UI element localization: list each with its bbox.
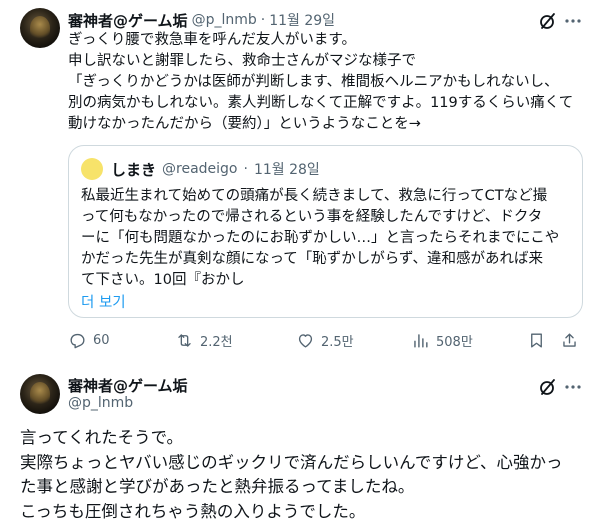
quote-text-line: かだった先生が真剣な顔になって「恥ずかしがらず、違和感があれば来 [81,251,543,267]
quote-text-line: って何もなかったので帰されるという事を経験したんですけど、ドクタ [81,209,543,225]
quote-avatar[interactable] [81,158,103,180]
bookmark-button[interactable] [527,328,546,352]
repost-button[interactable]: 2.2천 [175,328,233,352]
views-count: 508만 [436,334,473,350]
bookmark-icon [531,332,542,348]
avatar[interactable] [20,8,60,48]
tweet-text-line: 「ぎっくりかどうかは医師が判断します、椎間板ヘルニアかもしれないし、 [68,74,559,90]
reply-count: 60 [93,332,110,348]
views-icon [414,333,428,348]
tweet-main[interactable]: 審神者@ゲーム垢 @p_lnmb · 11월 29일 ぎっくり腰で救急車を呼んだ… [0,0,592,364]
display-name[interactable]: 審神者@ゲーム垢 [68,10,188,31]
quote-handle[interactable]: @readeigo [162,161,237,177]
user-handle[interactable]: @p_lnmb [68,395,133,411]
quote-header: しまき @readeigo · 11월 28일 [111,157,320,181]
more-icon[interactable] [562,376,584,398]
display-name[interactable]: 審神者@ゲーム垢 [68,375,188,396]
separator-dot: · [243,161,248,177]
tweet-text-line: ぎっくり腰で救急車を呼んだ友人がいます。 [68,32,356,48]
like-count: 2.5만 [321,334,354,350]
tweet-text-line: 実際ちょっとヤバい感じのギックリで済んだらしいんですけど、心強かっ [20,452,563,472]
action-bar: 60 2.2천 2.5만 508만 [62,328,582,352]
tweet-text-line: 申し訳ないと謝罪したら、救命士さんがマジな様子で [68,53,416,69]
tweet-text-line: こっちも圧倒されちゃう熱の入りようでした。 [20,501,366,521]
grok-icon[interactable] [537,376,559,398]
tweet-text-line: 言ってくれたそうで。 [20,428,184,447]
quote-date[interactable]: 11월 28일 [254,159,320,179]
repost-icon [178,333,191,347]
reply-button[interactable]: 60 [68,328,110,352]
tweet-text: 言ってくれたそうで。 実際ちょっとヤバい感じのギックリで済んだらしいんですけど、… [20,426,580,524]
separator-dot: · [260,12,266,28]
like-button[interactable]: 2.5만 [296,328,354,352]
quote-text-line: ーに「何も問題なかったのにお恥ずかしい…」と言ったらそれまでにこや [81,230,560,246]
tweet-text-line: た事と感謝と学びがあったと熱弁振るってましたね。 [20,477,415,496]
user-handle[interactable]: @p_lnmb [192,12,257,28]
quote-display-name[interactable]: しまき [111,159,156,180]
tweet-text-line: 別の病気かもしれない。素人判断しなくて正解ですよ。119するくらい痛くて [68,95,574,111]
tweet-detail[interactable]: 審神者@ゲーム垢 @p_lnmb 言ってくれたそうで。 実際ちょっとヤバい感じの… [0,364,592,524]
quote-text-line: 私最近生まれて始めての頭痛が長く続きまして、救急に行ってCTなど撮 [81,188,548,204]
quote-text-line: て下さい。10回『おかし [81,272,245,288]
share-icon [563,332,576,347]
quoted-tweet[interactable]: しまき @readeigo · 11월 28일 私最近生まれて始めての頭痛が長く… [68,145,583,318]
quote-text: 私最近生まれて始めての頭痛が長く続きまして、救急に行ってCTなど撮 って何もなか… [81,186,576,291]
tweet-text: ぎっくり腰で救急車を呼んだ友人がいます。 申し訳ないと謝罪したら、救命士さんがマ… [68,30,578,135]
share-button[interactable] [560,328,579,352]
grok-icon[interactable] [537,10,559,32]
heart-icon [298,333,313,348]
tweet-header: 審神者@ゲーム垢 @p_lnmb · 11월 29일 [68,10,335,30]
repost-count: 2.2천 [200,334,233,350]
views-button[interactable]: 508만 [411,328,473,352]
show-more-link[interactable]: 더 보기 [81,291,126,312]
tweet-date[interactable]: 11월 29일 [269,10,335,30]
reply-icon [70,333,85,348]
avatar[interactable] [20,374,60,414]
more-icon[interactable] [562,10,584,32]
tweet-text-line: 動けなかったんだから（要約）」というようなことを→ [68,116,421,132]
